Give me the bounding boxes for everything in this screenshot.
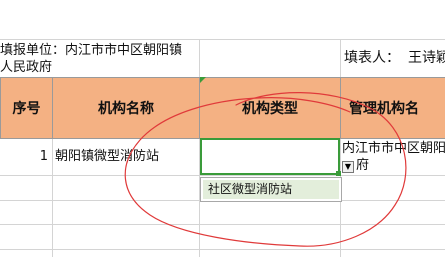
validation-dropdown[interactable]: 社区微型消防站: [200, 177, 342, 202]
header-org-name[interactable]: 机构名称: [52, 77, 200, 139]
filler-name: 王诗颖: [408, 50, 445, 66]
unit-label-line1: 填报单位：内江市市中区朝阳镇: [0, 43, 183, 58]
unit-label-line2: 人民政府: [0, 60, 53, 75]
gridline: [340, 39, 341, 257]
org-name-cell[interactable]: 朝阳镇微型消防站: [53, 139, 199, 175]
row-index[interactable]: 1: [0, 139, 52, 175]
filler-label: 填表人：: [344, 50, 400, 66]
gridline: [0, 224, 445, 225]
spreadsheet: 填报单位：内江市市中区朝阳镇 人民政府 填表人： 王诗颖 序号 机构名称 机构类型…: [0, 0, 445, 257]
header-index[interactable]: 序号: [0, 77, 53, 139]
header-org-type[interactable]: 机构类型: [199, 77, 341, 139]
empty-cell[interactable]: [200, 40, 340, 77]
comment-indicator: [200, 77, 206, 83]
mgmt-org-cell[interactable]: 内江市市中区朝阳 府: [342, 140, 445, 175]
header-mgmt-org[interactable]: 管理机构名: [340, 77, 445, 139]
fill-handle[interactable]: [336, 171, 341, 176]
org-type-cell-selected[interactable]: [200, 138, 340, 175]
dropdown-arrow-icon[interactable]: ▼: [342, 161, 354, 173]
unit-info-cell[interactable]: 填报单位：内江市市中区朝阳镇 人民政府: [0, 40, 199, 77]
mgmt-org-line1: 内江市市中区朝阳: [342, 141, 445, 156]
dropdown-option[interactable]: 社区微型消防站: [203, 180, 339, 199]
filler-cell[interactable]: 填表人： 王诗颖: [344, 40, 445, 77]
mgmt-org-line2: 府: [356, 158, 370, 173]
gridline: [0, 175, 445, 176]
gridline: [0, 249, 445, 250]
